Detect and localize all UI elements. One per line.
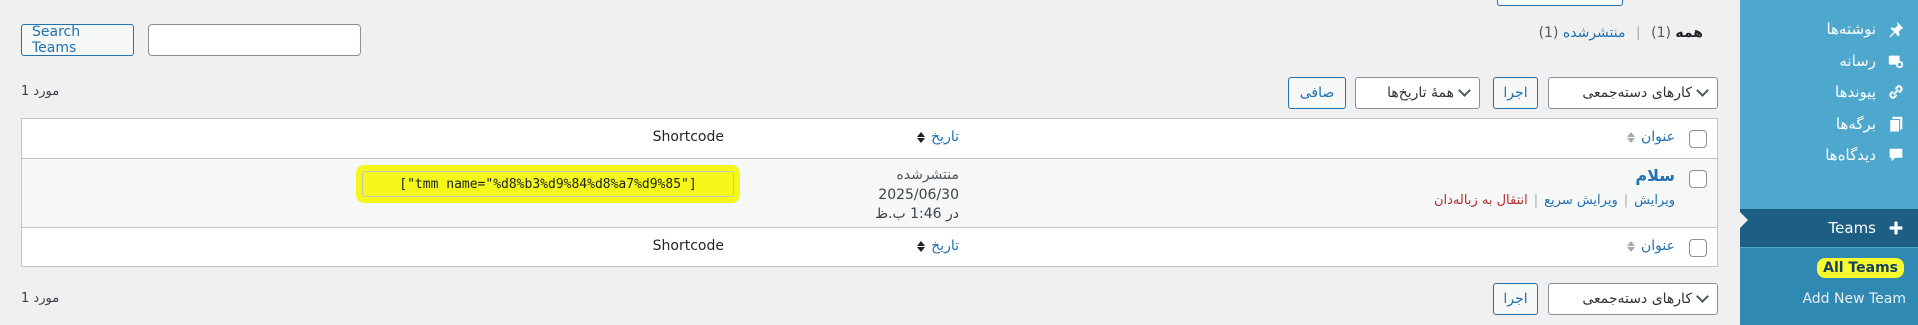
trash-link[interactable]: انتقال به زباله‌دان	[1434, 193, 1528, 208]
sidebar-item-label: پیوندها	[1835, 83, 1876, 101]
apply-button-bottom[interactable]: اجرا	[1493, 283, 1538, 315]
column-title-label: عنوان	[1641, 238, 1675, 254]
apply-button-top[interactable]: اجرا	[1493, 77, 1538, 109]
sort-icon	[1626, 131, 1635, 143]
page-title-action-button[interactable]	[1497, 0, 1623, 6]
filter-all-count: (1)	[1651, 25, 1671, 41]
column-title-footer[interactable]: عنوان	[1626, 238, 1675, 254]
sort-icon	[916, 131, 925, 143]
search-input[interactable]	[148, 24, 361, 56]
row-shortcode-value: ["tmm name="%d8%b3%d9%84%d8%a7%d9%85"]	[399, 176, 697, 192]
sidebar-item-label: دیدگاه‌ها	[1825, 146, 1876, 164]
items-count-bottom: 1 مورد	[21, 291, 60, 306]
select-all-checkbox[interactable]	[1689, 130, 1707, 148]
select-all-checkbox-footer[interactable]	[1689, 239, 1707, 257]
chevron-down-icon	[1458, 84, 1471, 97]
admin-sidebar: نوشته‌ها رسانه پیوندها برگه‌ها دیدگاه‌ها…	[1738, 0, 1918, 325]
column-title-header[interactable]: عنوان	[1626, 129, 1675, 145]
column-shortcode-footer: Shortcode	[652, 238, 724, 254]
plus-icon	[1886, 218, 1906, 238]
table-row: سلام ویرایش|ویرایش سریع|انتقال به زباله‌…	[22, 159, 1717, 227]
sidebar-item-label: رسانه	[1839, 52, 1876, 70]
sidebar-item-label: نوشته‌ها	[1826, 20, 1876, 38]
teams-submenu: All Teams Add New Team	[1740, 248, 1918, 325]
table-header: عنوان تاریخ Shortcode	[22, 119, 1717, 159]
submenu-add-new-team[interactable]: Add New Team	[1802, 291, 1906, 307]
sidebar-item-label: Teams	[1828, 219, 1876, 237]
bulk-actions-value: کارهای دسته‌جمعی	[1582, 291, 1692, 307]
row-shortcode-field[interactable]: ["tmm name="%d8%b3%d9%84%d8%a7%d9%85"]	[362, 171, 734, 197]
row-actions: ویرایش|ویرایش سریع|انتقال به زباله‌دان	[1434, 193, 1675, 208]
row-time: در 1:46 ب.ظ	[875, 206, 959, 222]
sort-icon	[916, 240, 925, 252]
items-count-top: 1 مورد	[21, 84, 60, 99]
submenu-all-teams[interactable]: All Teams	[1817, 258, 1904, 278]
column-shortcode-header: Shortcode	[652, 129, 724, 145]
bulk-actions-select-top[interactable]: کارهای دسته‌جمعی	[1548, 77, 1718, 109]
row-title-link[interactable]: سلام	[1635, 166, 1675, 185]
quick-edit-link[interactable]: ویرایش سریع	[1544, 193, 1618, 208]
search-teams-button[interactable]: Search Teams	[21, 24, 134, 56]
filter-separator: |	[1635, 25, 1641, 41]
teams-list-table: عنوان تاریخ Shortcode سلام ویرایش|ویرایش…	[21, 118, 1718, 267]
table-footer: عنوان تاریخ Shortcode	[22, 227, 1717, 267]
chevron-down-icon	[1696, 84, 1709, 97]
filter-all-link[interactable]: همه	[1675, 25, 1703, 41]
bulk-actions-select-bottom[interactable]: کارهای دسته‌جمعی	[1548, 283, 1718, 315]
column-date-header[interactable]: تاریخ	[916, 129, 959, 145]
sort-icon	[1626, 240, 1635, 252]
active-menu-arrow	[1738, 210, 1748, 230]
row-date: 2025/06/30	[878, 187, 959, 203]
filter-published-count: (1)	[1538, 25, 1559, 41]
pages-icon	[1886, 114, 1906, 134]
column-date-label: تاریخ	[931, 238, 959, 254]
media-icon	[1886, 51, 1906, 71]
sidebar-item-teams[interactable]: Teams	[1740, 209, 1918, 247]
bulk-actions-value: کارهای دسته‌جمعی	[1582, 85, 1692, 101]
column-date-label: تاریخ	[931, 129, 959, 145]
date-filter-select[interactable]: همهٔ تاریخ‌ها	[1355, 77, 1480, 109]
chevron-down-icon	[1696, 290, 1709, 303]
column-title-label: عنوان	[1641, 129, 1675, 145]
date-filter-value: همهٔ تاریخ‌ها	[1387, 85, 1454, 101]
status-filter-links: همه (1) | منتشرشده (1)	[1539, 25, 1703, 41]
filter-published-link[interactable]: منتشرشده	[1563, 25, 1626, 41]
filter-button[interactable]: صافی	[1288, 77, 1346, 109]
sidebar-item-label: برگه‌ها	[1835, 115, 1876, 133]
column-date-footer[interactable]: تاریخ	[916, 238, 959, 254]
pin-icon	[1886, 19, 1906, 39]
row-status: منتشرشده	[896, 167, 959, 183]
row-checkbox[interactable]	[1689, 170, 1707, 188]
edit-link[interactable]: ویرایش	[1634, 193, 1675, 208]
link-icon	[1886, 82, 1906, 102]
comment-icon	[1886, 145, 1906, 165]
sidebar-item-comments[interactable]: دیدگاه‌ها	[1740, 136, 1918, 174]
